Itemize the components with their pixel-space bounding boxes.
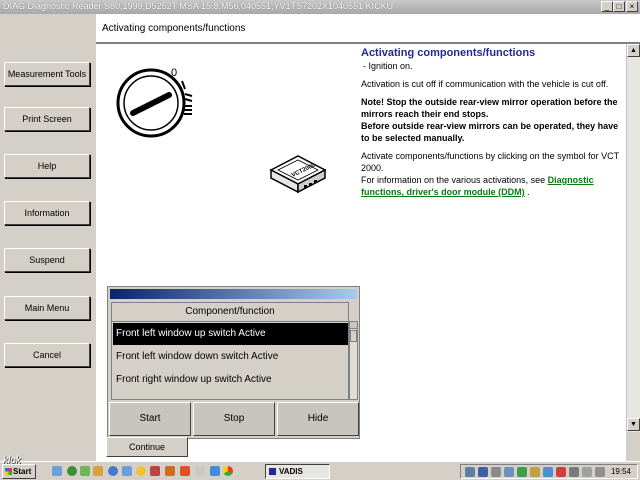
window-icon[interactable] (122, 466, 132, 476)
tray-icon-2[interactable] (478, 467, 488, 477)
help-button[interactable]: Help (4, 154, 90, 178)
paragraph-activation: Activation is cut off if communication w… (361, 79, 609, 89)
main-scrollbar[interactable]: ▲ ▼ (626, 44, 640, 432)
ignition-label-0: 0 (171, 67, 177, 79)
note-stop-mirror: Note! Stop the outside rear-view mirror … (361, 97, 618, 119)
info-prefix: For information on the various activatio… (361, 175, 546, 185)
list-item[interactable]: Front right window up switch Active (113, 369, 348, 391)
taskbar: Start VADIS 19:54 (0, 461, 640, 480)
component-function-dialog: Component/function Front left window up … (107, 286, 360, 439)
paragraph-info: For information on the various activatio… (361, 174, 623, 198)
dialog-title-bar (110, 289, 357, 299)
network-icon[interactable] (595, 467, 605, 477)
maximize-button[interactable]: □ (613, 1, 625, 12)
list-scrollbar[interactable] (349, 321, 358, 400)
tray-icon-3[interactable] (491, 467, 501, 477)
folder-icon[interactable] (93, 466, 103, 476)
stop-button[interactable]: Stop (193, 402, 275, 436)
window-title: DIAG Diagnostic Reader S80,1999,D5252T M… (3, 1, 394, 11)
note-select-mirrors: Before outside rear-view mirrors can be … (361, 121, 619, 143)
page-header: Activating components/functions (96, 14, 640, 44)
scroll-up-icon[interactable]: ▲ (627, 44, 640, 57)
media-icon[interactable] (67, 466, 77, 476)
volume-icon[interactable] (582, 467, 592, 477)
clock: 19:54 (610, 467, 631, 476)
tray-icon-8[interactable] (556, 467, 566, 477)
content-heading: Activating components/functions (361, 47, 536, 59)
list-column-header: Component/function (112, 303, 348, 322)
vct2000-icon[interactable]: VCT2000 (268, 148, 328, 198)
start-label: Start (13, 467, 32, 476)
browser-icon[interactable] (108, 466, 118, 476)
list-scroll-thumb[interactable] (350, 330, 357, 342)
tray-icon-4[interactable] (504, 467, 514, 477)
list-scroll-up-icon[interactable] (350, 322, 357, 329)
measurement-tools-button[interactable]: Measurement Tools (4, 62, 90, 86)
continue-button[interactable]: Continue (106, 437, 188, 457)
page-title: Activating components/functions (102, 23, 246, 34)
tray-icon-6[interactable] (530, 467, 540, 477)
tray-icon-5[interactable] (517, 467, 527, 477)
app2-icon[interactable] (210, 466, 220, 476)
vadis-icon (269, 468, 276, 475)
close-button[interactable]: × (626, 1, 638, 12)
watermark: klok (3, 455, 21, 466)
minimize-button[interactable]: _ (601, 1, 613, 12)
list-item[interactable]: Front left window down switch Active (113, 346, 348, 368)
tray-icon-9[interactable] (569, 467, 579, 477)
tool-icon[interactable] (150, 466, 160, 476)
start-button[interactable]: Start (109, 402, 191, 436)
paragraph-activate: Activate components/functions by clickin… (361, 151, 619, 173)
scroll-down-icon[interactable]: ▼ (627, 418, 640, 431)
smiley-icon[interactable] (136, 466, 146, 476)
suspend-button[interactable]: Suspend (4, 248, 90, 272)
tray-icon-1[interactable] (465, 467, 475, 477)
doc-icon[interactable] (195, 466, 205, 476)
sidebar: Measurement Tools Print Screen Help Info… (0, 14, 96, 461)
window-title-bar: DIAG Diagnostic Reader S80,1999,D5252T M… (0, 0, 640, 14)
tools-icon[interactable] (165, 466, 175, 476)
print-screen-button[interactable]: Print Screen (4, 107, 90, 131)
vadis-task-button[interactable]: VADIS (265, 464, 330, 479)
instruction-text: Activating components/functions - Igniti… (361, 47, 623, 198)
list-item[interactable]: Front left window up switch Active (113, 323, 348, 345)
main-menu-button[interactable]: Main Menu (4, 296, 90, 320)
start-button-taskbar[interactable]: Start (2, 464, 36, 479)
show-desktop-icon[interactable] (52, 466, 62, 476)
information-button[interactable]: Information (4, 201, 90, 225)
app-icon[interactable] (80, 466, 90, 476)
windows-logo-icon (5, 468, 12, 475)
system-tray: 19:54 (460, 464, 638, 479)
bullet-ignition: - Ignition on. (363, 61, 413, 71)
chrome-icon[interactable] (223, 466, 233, 476)
tray-icon-7[interactable] (543, 467, 553, 477)
ignition-switch-icon: 0 (116, 67, 193, 138)
info-suffix: . (527, 187, 530, 197)
hide-button[interactable]: Hide (277, 402, 359, 436)
cancel-button[interactable]: Cancel (4, 343, 90, 367)
x-app-icon[interactable] (180, 466, 190, 476)
component-function-list: Component/function Front left window up … (111, 302, 349, 400)
vadis-task-label: VADIS (279, 467, 303, 476)
